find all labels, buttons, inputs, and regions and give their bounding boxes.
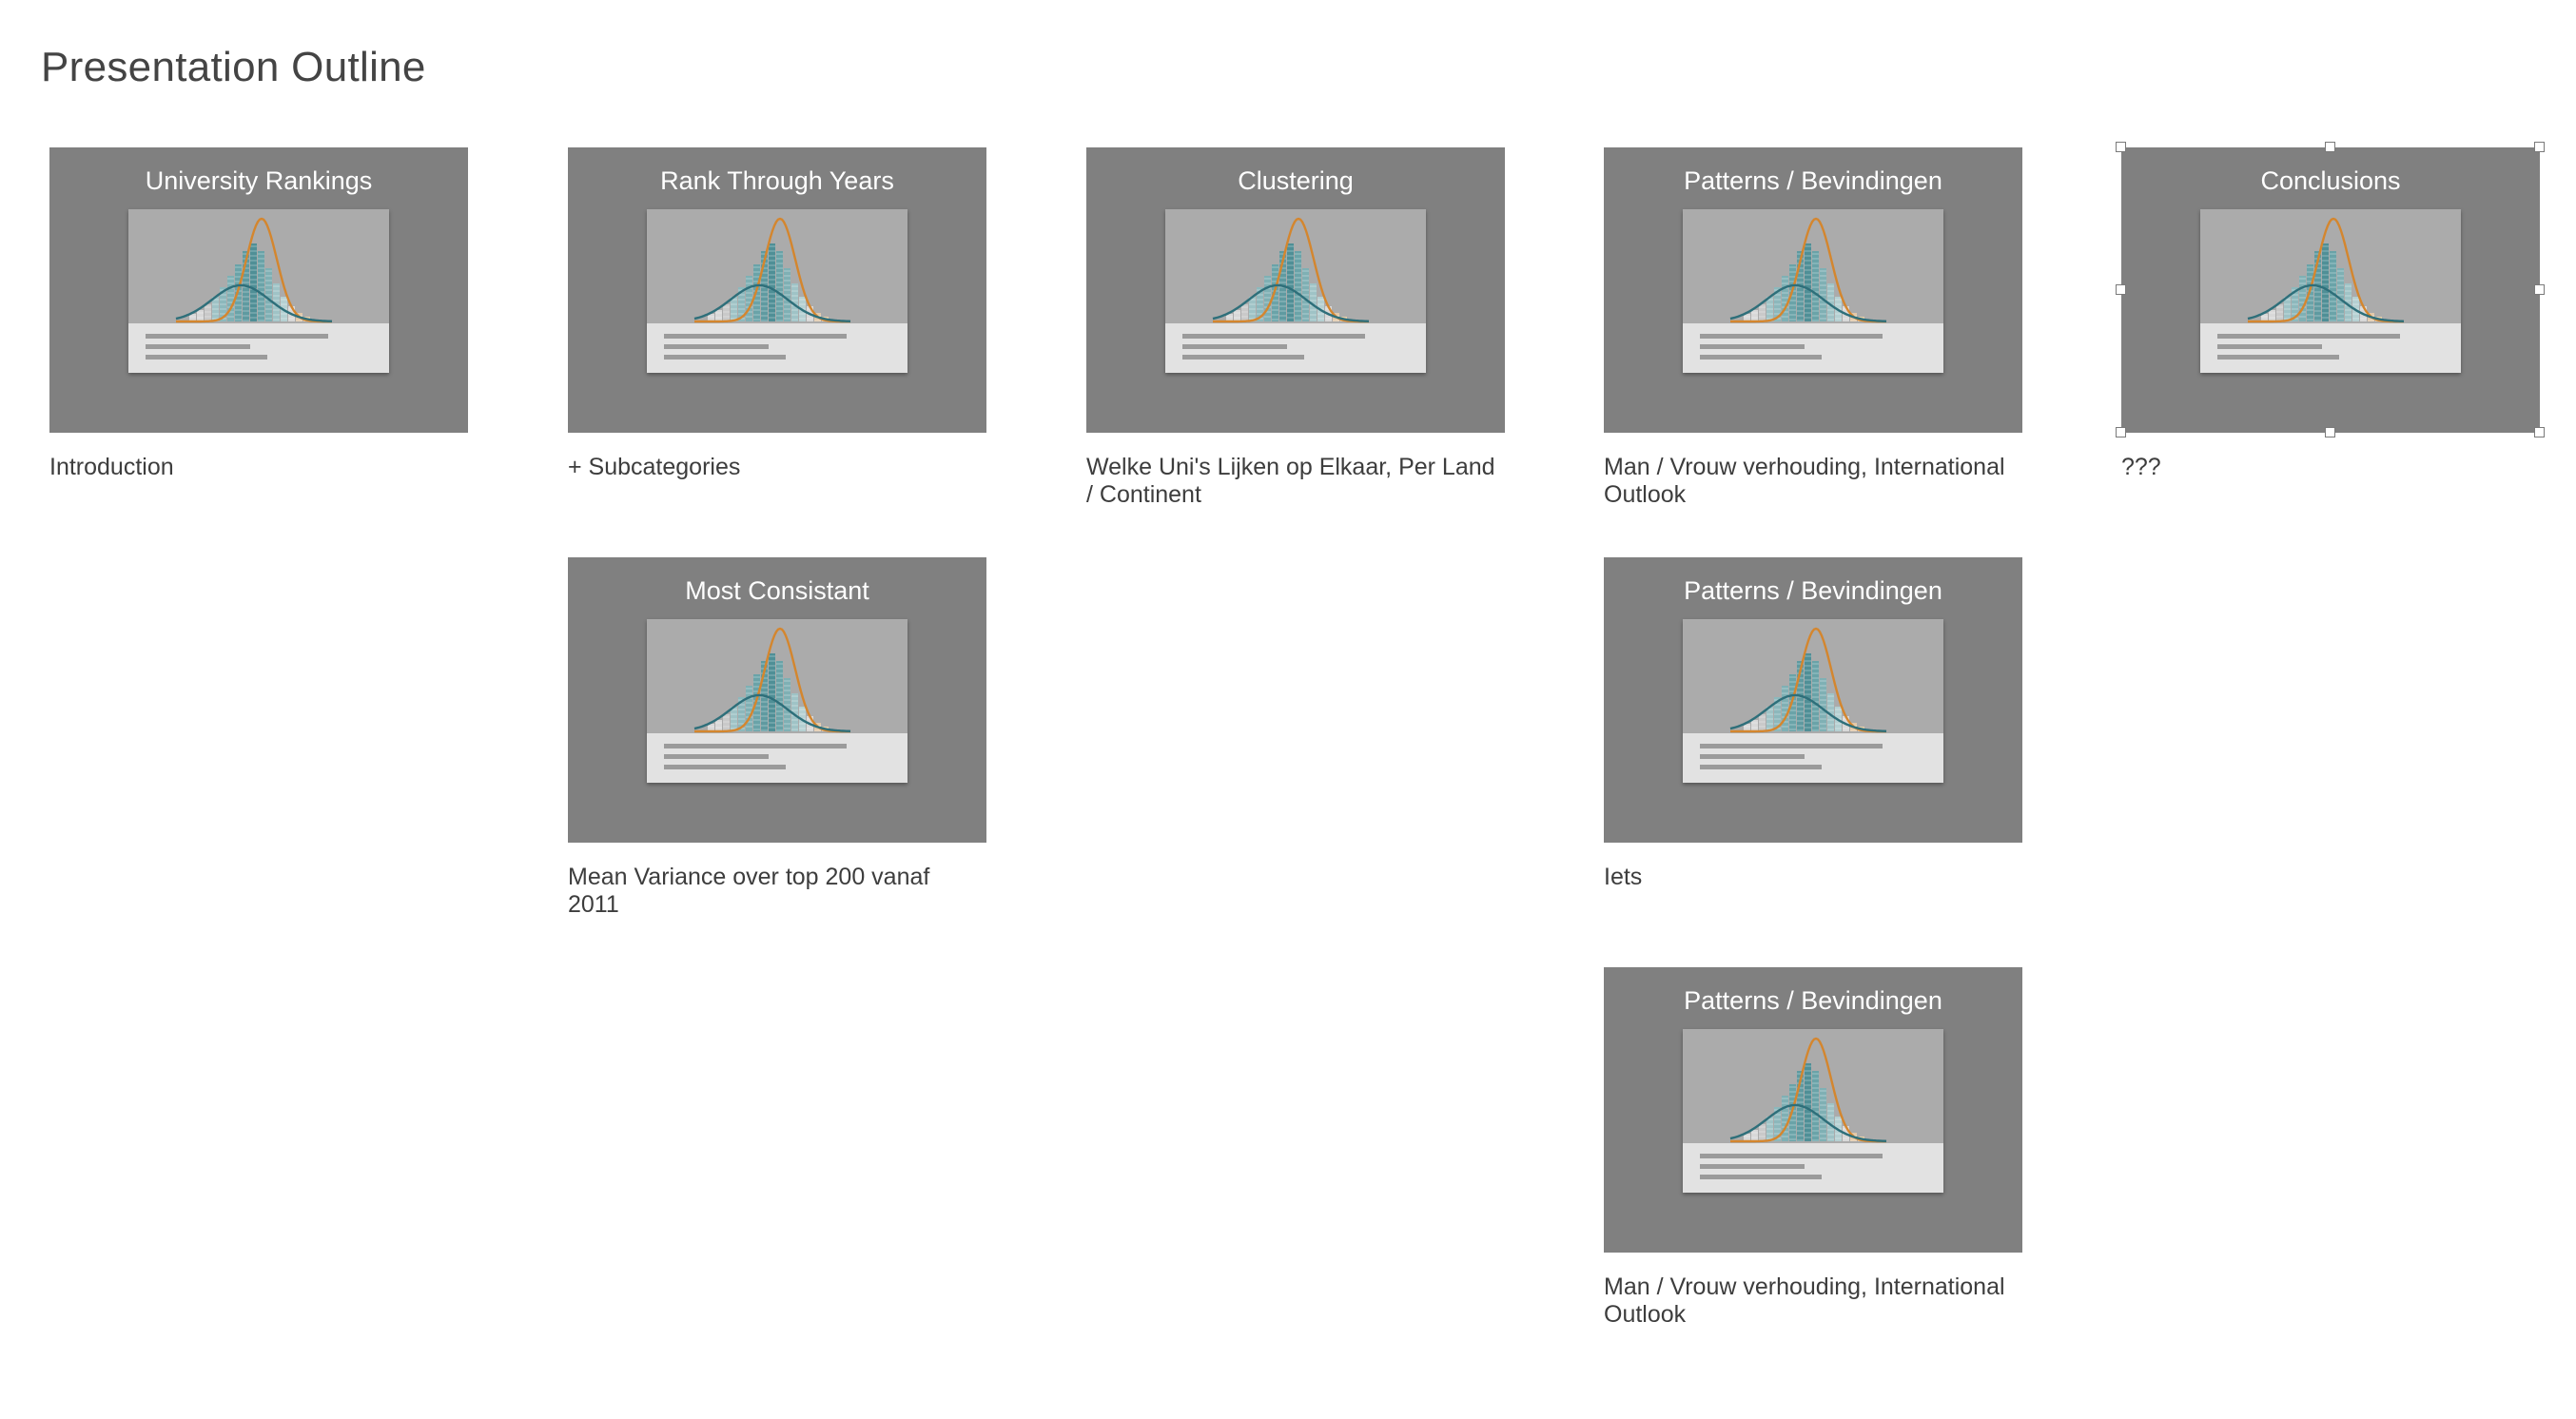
- slide-title: Conclusions: [2260, 166, 2401, 195]
- slide-caption[interactable]: Introduction: [49, 454, 468, 481]
- slide-title: Patterns / Bevindingen: [1684, 166, 1942, 195]
- slide-thumbnail-icon: [647, 619, 907, 783]
- slide-title: Rank Through Years: [660, 166, 894, 195]
- slide-thumbnail-icon: [1683, 1029, 1943, 1193]
- slide-title: Clustering: [1238, 166, 1354, 195]
- slide-card-clustering[interactable]: Clustering: [1086, 147, 1505, 433]
- slide-card-patterns-3[interactable]: Patterns / Bevindingen: [1604, 967, 2022, 1253]
- resize-handle-top-left[interactable]: [2116, 142, 2126, 152]
- slide-card-rank-through-years[interactable]: Rank Through Years: [568, 147, 986, 433]
- slide-title: Most Consistant: [685, 576, 869, 605]
- slide-title: Patterns / Bevindingen: [1684, 986, 1942, 1015]
- slide-thumbnail-icon: [1683, 209, 1943, 373]
- slide-thumbnail-icon: [647, 209, 907, 373]
- slide-caption[interactable]: + Subcategories: [568, 454, 986, 481]
- resize-handle-left[interactable]: [2116, 284, 2126, 295]
- resize-handle-bottom-right[interactable]: [2534, 427, 2545, 437]
- slide-card-patterns-1[interactable]: Patterns / Bevindingen: [1604, 147, 2022, 433]
- page-title: Presentation Outline: [41, 44, 426, 90]
- slide-caption[interactable]: Iets: [1604, 864, 2022, 891]
- slide-caption[interactable]: ???: [2121, 454, 2540, 481]
- slide-card-university-rankings[interactable]: University Rankings: [49, 147, 468, 433]
- slide-thumbnail-icon: [1165, 209, 1426, 373]
- slide-caption[interactable]: Mean Variance over top 200 vanaf 2011: [568, 864, 986, 919]
- resize-handle-top[interactable]: [2325, 142, 2335, 152]
- slide-thumbnail-icon: [1683, 619, 1943, 783]
- slide-title: Patterns / Bevindingen: [1684, 576, 1942, 605]
- resize-handle-bottom[interactable]: [2325, 427, 2335, 437]
- slide-card-conclusions[interactable]: Conclusions: [2121, 147, 2540, 433]
- slide-caption[interactable]: Man / Vrouw verhouding, International Ou…: [1604, 1273, 2022, 1329]
- resize-handle-bottom-left[interactable]: [2116, 427, 2126, 437]
- slide-title: University Rankings: [145, 166, 373, 195]
- slide-thumbnail-icon: [2200, 209, 2461, 373]
- resize-handle-top-right[interactable]: [2534, 142, 2545, 152]
- slide-caption[interactable]: Welke Uni's Lijken op Elkaar, Per Land /…: [1086, 454, 1505, 509]
- slide-card-most-consistant[interactable]: Most Consistant: [568, 557, 986, 843]
- slide-thumbnail-icon: [128, 209, 389, 373]
- resize-handle-right[interactable]: [2534, 284, 2545, 295]
- slide-card-patterns-2[interactable]: Patterns / Bevindingen: [1604, 557, 2022, 843]
- slide-caption[interactable]: Man / Vrouw verhouding, International Ou…: [1604, 454, 2022, 509]
